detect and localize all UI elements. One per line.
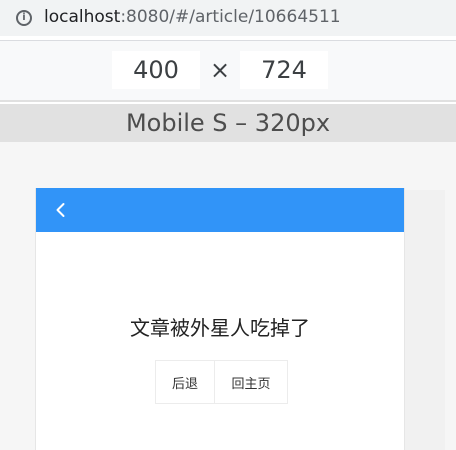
url-text[interactable]: localhost:8080/#/article/10664511	[44, 7, 341, 27]
action-buttons: 后退 回主页	[155, 360, 288, 404]
times-icon: ×	[209, 56, 231, 84]
home-button[interactable]: 回主页	[215, 360, 288, 404]
divider	[0, 100, 456, 102]
top-navbar	[36, 188, 404, 232]
width-input[interactable]: 400	[112, 51, 200, 89]
chevron-left-icon[interactable]	[51, 200, 71, 220]
device-preset-label[interactable]: Mobile S – 320px	[0, 104, 456, 142]
device-dimensions-bar: 400 × 724	[0, 41, 456, 101]
back-button[interactable]: 后退	[155, 360, 215, 404]
url-path: :8080/#/article/10664511	[120, 7, 341, 27]
mobile-viewport: 文章被外星人吃掉了 后退 回主页	[35, 188, 405, 450]
address-bar[interactable]: i localhost:8080/#/article/10664511	[0, 0, 456, 36]
info-icon[interactable]: i	[16, 10, 32, 26]
not-found-message: 文章被外星人吃掉了	[130, 316, 310, 340]
device-shadow	[405, 190, 445, 450]
url-host: localhost	[44, 7, 121, 27]
height-input[interactable]: 724	[240, 51, 328, 89]
